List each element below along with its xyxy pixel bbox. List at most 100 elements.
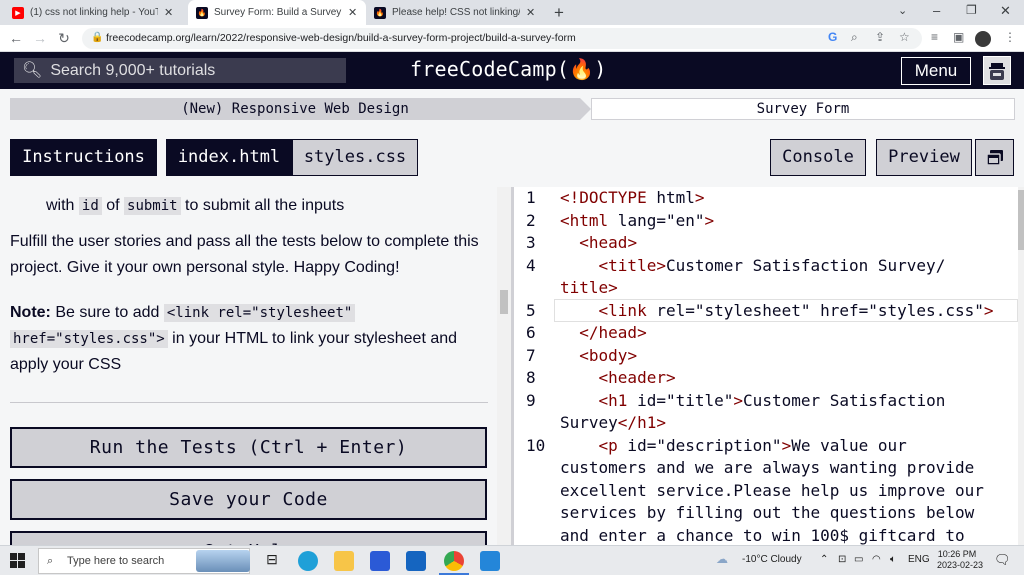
line-number: 4 <box>526 255 536 275</box>
browser-tab-youtube[interactable]: ▶ (1) css not linking help - YouTube ✕ <box>4 0 188 25</box>
code-line[interactable]: customers and we are always wanting prov… <box>560 457 974 480</box>
preview-popout-button[interactable] <box>975 139 1014 176</box>
close-tab-icon[interactable]: ✕ <box>526 6 535 19</box>
address-bar-row: ← → ↻ 🔒 freecodecamp.org/learn/2022/resp… <box>0 25 1024 52</box>
media-icon[interactable]: ≡ <box>931 30 938 44</box>
tray-chevron-icon[interactable]: ⌃ <box>820 554 828 565</box>
instructions-scrollbar[interactable] <box>497 187 511 545</box>
fcc-navbar: 🔍︎ Search 9,000+ tutorials freeCodeCamp(🔥… <box>0 52 1024 89</box>
get-help-button[interactable]: Get Help <box>10 531 487 545</box>
code-line[interactable]: <p id="description">We value our <box>560 435 907 458</box>
search-input[interactable]: 🔍︎ Search 9,000+ tutorials <box>14 58 346 83</box>
tab-instructions[interactable]: Instructions <box>10 139 157 176</box>
tab-console[interactable]: Console <box>770 139 866 176</box>
restore-icon[interactable]: ❐ <box>966 3 977 17</box>
save-code-button[interactable]: Save your Code <box>10 479 487 520</box>
tab-index-html[interactable]: index.html <box>166 139 292 176</box>
close-tab-icon[interactable]: ✕ <box>348 6 357 19</box>
code-line[interactable]: <header> <box>560 367 676 390</box>
youtube-icon: ▶ <box>12 6 24 19</box>
search-placeholder: Search 9,000+ tutorials <box>50 62 216 79</box>
back-arrow-icon[interactable]: ← <box>6 29 26 47</box>
weather-text[interactable]: -10°C Cloudy <box>742 554 802 565</box>
code-line[interactable]: services by filling out the questions be… <box>560 502 974 525</box>
breadcrumb-project[interactable]: Survey Form <box>591 98 1015 120</box>
network-icon[interactable]: ⊡ <box>838 554 846 565</box>
taskbar-search-placeholder: Type here to search <box>67 555 165 567</box>
breadcrumb-course[interactable]: (New) Responsive Web Design <box>10 98 580 120</box>
code-line[interactable]: <link rel="stylesheet" href="styles.css"… <box>560 300 994 323</box>
more-menu-icon[interactable]: ⋮ <box>1004 30 1016 44</box>
line-number: 2 <box>526 210 536 230</box>
code-line[interactable]: and enter a chance to win 100$ giftcard … <box>560 525 965 546</box>
divider <box>10 402 488 403</box>
code-line[interactable]: <body> <box>560 345 637 368</box>
browser-tab-forum[interactable]: 🔥 Please help! CSS not linking/work ✕ <box>366 0 550 25</box>
google-icon[interactable]: G <box>828 30 837 44</box>
minimize-icon[interactable]: – <box>933 3 940 18</box>
new-tab-button[interactable]: + <box>554 3 564 23</box>
search-icon: ⌕ <box>47 555 54 567</box>
tab-styles-css[interactable]: styles.css <box>292 139 418 176</box>
code-line[interactable]: <html lang="en"> <box>560 210 714 233</box>
task-view-icon[interactable]: ⊟ <box>262 551 282 571</box>
share-icon[interactable]: ⇪ <box>875 30 885 44</box>
url-text[interactable]: freecodecamp.org/learn/2022/responsive-w… <box>106 32 576 44</box>
code-line[interactable]: <head> <box>560 232 637 255</box>
lock-icon: 🔒 <box>91 32 104 43</box>
code-editor[interactable]: 1 2 3 4 5 6 7 8 9 10 <!DOCTYPE html> <ht… <box>514 187 1018 545</box>
file-explorer-icon[interactable] <box>334 551 354 571</box>
inline-code: submit <box>124 197 181 215</box>
breadcrumb-arrow-icon <box>580 98 591 120</box>
code-line[interactable]: excellent service.Please help us improve… <box>560 480 984 503</box>
notifications-icon[interactable]: 🗨︎ <box>994 552 1011 568</box>
store-icon[interactable] <box>370 551 390 571</box>
sidebar-icon[interactable]: ▣ <box>953 30 964 44</box>
avatar[interactable] <box>983 56 1011 85</box>
edge-icon[interactable] <box>298 551 318 571</box>
url-bar[interactable]: 🔒 freecodecamp.org/learn/2022/responsive… <box>82 28 922 49</box>
code-line[interactable]: Survey</h1> <box>560 412 666 435</box>
close-tab-icon[interactable]: ✕ <box>164 6 173 19</box>
inline-code: <link rel="stylesheet" <box>163 304 356 322</box>
forward-arrow-icon[interactable]: → <box>30 29 50 47</box>
vscode-icon[interactable] <box>480 551 500 571</box>
code-line[interactable]: <title>Customer Satisfaction Survey/ <box>560 255 946 278</box>
line-number: 1 <box>526 188 536 207</box>
battery-icon[interactable]: ▭ <box>854 554 863 565</box>
search-icon: 🔍︎ <box>22 62 43 79</box>
chrome-icon[interactable] <box>444 551 464 571</box>
code-line[interactable]: <!DOCTYPE html> <box>560 187 705 210</box>
clock[interactable]: 10:26 PM 2023-02-23 <box>937 549 983 571</box>
windows-taskbar: ⌕ Type here to search ⊟ ☁ -10°C Cloudy ⌃ … <box>0 545 1024 575</box>
line-number: 9 <box>526 390 536 410</box>
windows-start-icon[interactable] <box>10 553 25 573</box>
zoom-icon[interactable]: ⌕ <box>851 30 858 45</box>
language-indicator[interactable]: ENG <box>908 554 930 565</box>
tab-preview[interactable]: Preview <box>876 139 972 176</box>
tab-title: Please help! CSS not linking/work <box>392 7 520 18</box>
code-line[interactable]: title> <box>560 277 618 300</box>
profile-avatar[interactable] <box>975 31 991 47</box>
fcc-logo[interactable]: freeCodeCamp(🔥) <box>410 57 606 81</box>
mail-icon[interactable] <box>406 551 426 571</box>
run-tests-button[interactable]: Run the Tests (Ctrl + Enter) <box>10 427 487 468</box>
browser-tab-strip: ▶ (1) css not linking help - YouTube ✕ 🔥… <box>0 0 1024 25</box>
instructions-scroll-thumb[interactable] <box>500 290 508 314</box>
close-window-icon[interactable]: ✕ <box>1000 3 1011 19</box>
fcc-favicon-icon: 🔥 <box>196 6 208 19</box>
inline-code: href="styles.css"> <box>10 330 168 348</box>
volume-icon[interactable]: 🔈︎ <box>890 554 896 565</box>
code-line[interactable]: <h1 id="title">Customer Satisfaction <box>560 390 946 413</box>
tab-search-icon[interactable]: ⌄ <box>898 4 907 17</box>
editor-scroll-thumb[interactable] <box>1018 190 1024 250</box>
browser-tab-survey-form[interactable]: 🔥 Survey Form: Build a Survey Form ✕ <box>188 0 366 25</box>
menu-button[interactable]: Menu <box>901 57 971 85</box>
bookmark-star-icon[interactable]: ☆ <box>899 30 910 44</box>
reload-icon[interactable]: ↻ <box>54 29 74 47</box>
code-line[interactable]: </head> <box>560 322 646 345</box>
tab-title: Survey Form: Build a Survey Form <box>214 7 342 18</box>
line-number: 3 <box>526 233 536 252</box>
wifi-icon[interactable]: ◠ <box>872 554 881 565</box>
instructions-paragraph: Fulfill the user stories and pass all th… <box>10 233 479 276</box>
